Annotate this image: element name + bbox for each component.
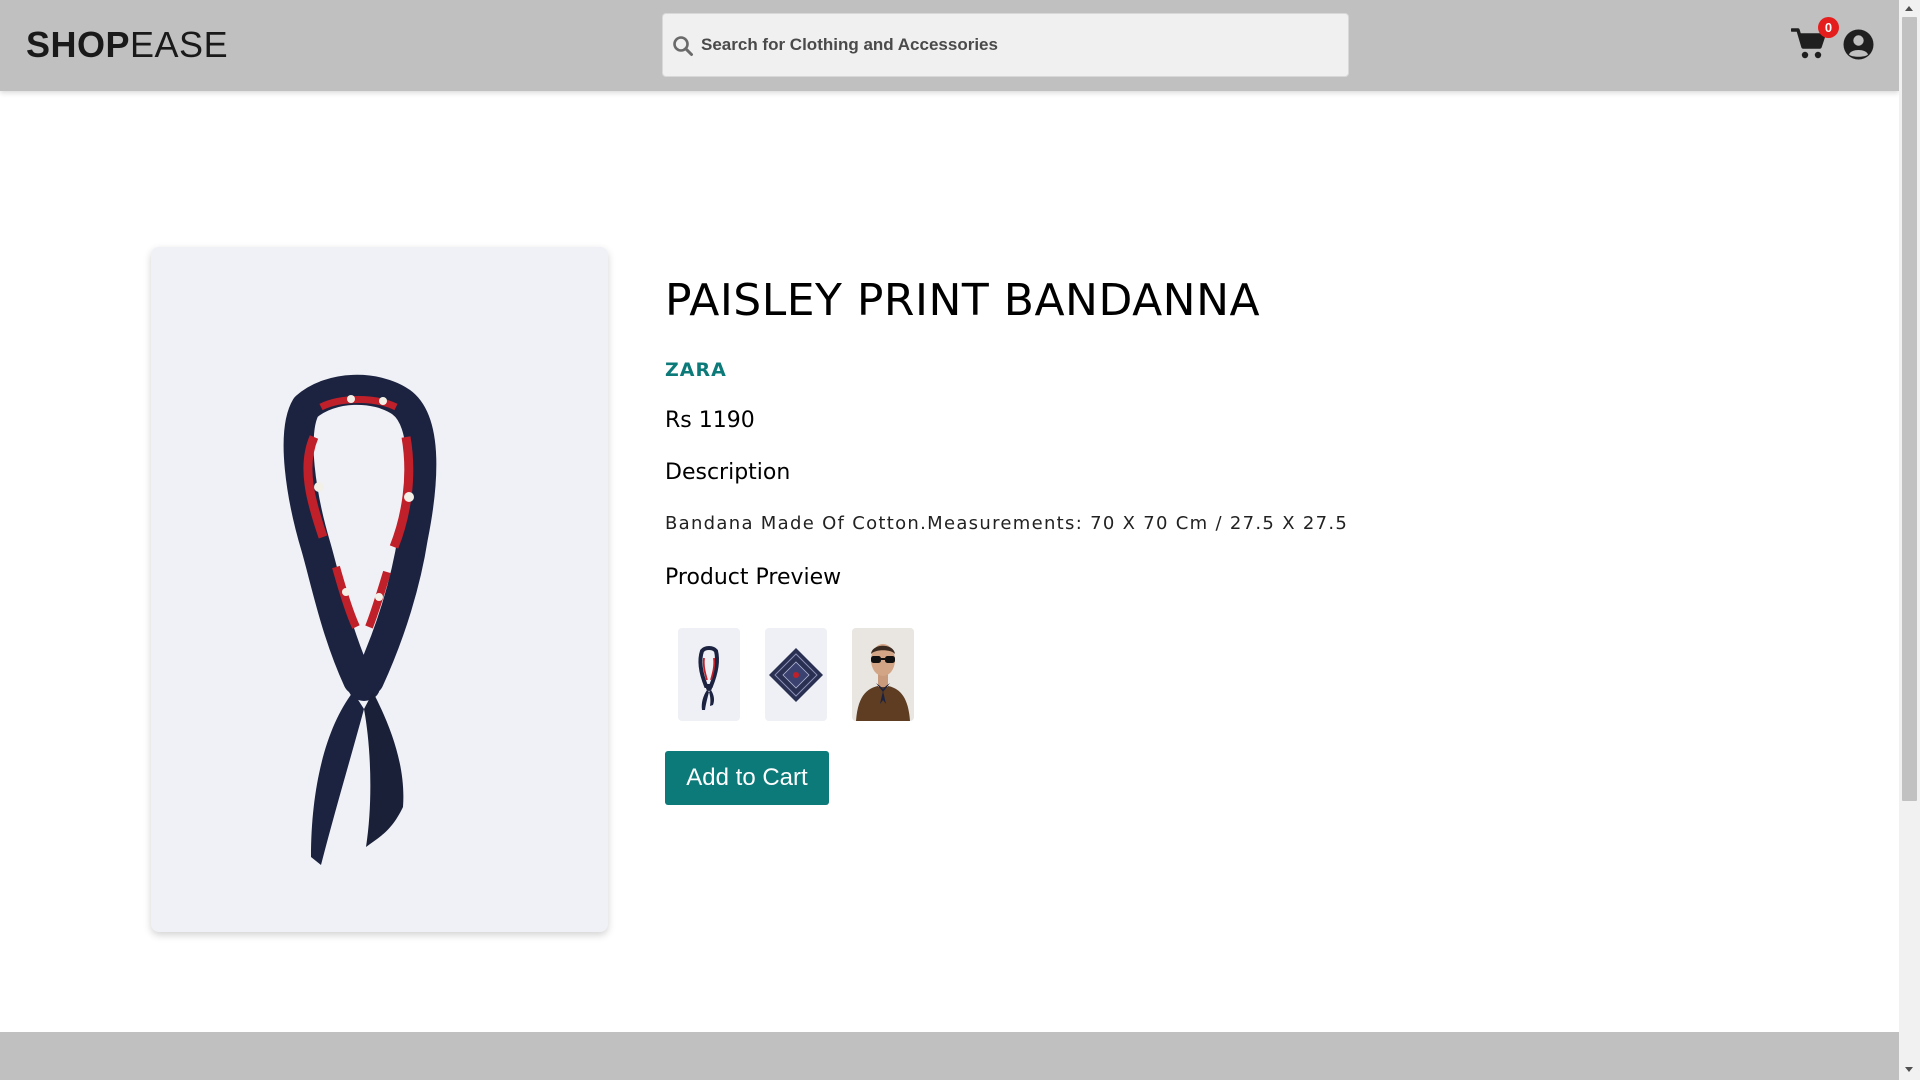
add-to-cart-button[interactable]: Add to Cart bbox=[665, 751, 829, 805]
preview-thumbnail-tied[interactable] bbox=[678, 628, 740, 721]
logo-shop: SHOP bbox=[26, 24, 131, 65]
search-bar bbox=[662, 13, 1349, 77]
product-main-image bbox=[151, 247, 608, 932]
scroll-down-arrow-icon[interactable] bbox=[1905, 1067, 1913, 1072]
scroll-up-arrow-icon[interactable] bbox=[1905, 6, 1913, 11]
preview-thumbnail-flat[interactable] bbox=[765, 628, 827, 721]
site-logo[interactable]: SHOPEASE bbox=[26, 24, 228, 66]
product-description: Bandana Made Of Cotton.Measurements: 70 … bbox=[665, 513, 1349, 534]
preview-heading: Product Preview bbox=[665, 565, 842, 590]
product-brand: ZARA bbox=[665, 359, 727, 381]
page-footer bbox=[0, 1032, 1899, 1080]
top-navbar: SHOPEASE 0 bbox=[0, 0, 1899, 91]
description-heading: Description bbox=[665, 460, 791, 485]
product-title: PAISLEY PRINT BANDANNA bbox=[665, 275, 1261, 326]
user-circle-icon[interactable] bbox=[1843, 29, 1874, 60]
cart-count-badge: 0 bbox=[1818, 17, 1839, 38]
bandanna-image bbox=[283, 374, 437, 865]
preview-thumbnail-model[interactable] bbox=[852, 628, 914, 721]
product-price: Rs 1190 bbox=[665, 408, 755, 433]
scrollbar-thumb[interactable] bbox=[1902, 17, 1917, 801]
search-icon bbox=[673, 36, 693, 56]
logo-ease: EASE bbox=[130, 24, 229, 65]
vertical-scrollbar[interactable] bbox=[1899, 0, 1920, 1080]
search-input[interactable] bbox=[701, 14, 1341, 76]
